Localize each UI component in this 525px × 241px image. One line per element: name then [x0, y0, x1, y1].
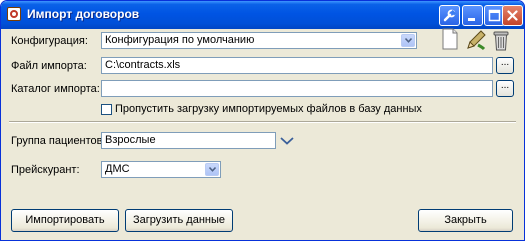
skip-upload-label[interactable]: Пропустить загрузку импортируемых файлов…	[115, 103, 422, 115]
patient-group-label: Группа пациентов:	[11, 135, 106, 147]
skip-upload-checkbox[interactable]	[101, 104, 112, 115]
price-list-value: ДМС	[105, 163, 130, 175]
chevron-down-icon	[209, 167, 216, 172]
minimize-icon	[468, 18, 475, 21]
app-icon	[7, 7, 21, 21]
config-select[interactable]: Конфигурация по умолчанию	[101, 32, 417, 49]
import-file-label: Файл импорта:	[11, 60, 87, 72]
import-dir-browse-label: ...	[500, 80, 510, 91]
import-file-browse-button[interactable]: ...	[496, 57, 514, 74]
config-dropdown-arrow[interactable]	[401, 34, 415, 47]
close-button-label: Закрыть	[444, 214, 487, 226]
patient-group-value: Взрослые	[105, 134, 156, 146]
window-title: Импорт договоров	[27, 7, 140, 21]
import-dir-browse-button[interactable]: ...	[496, 80, 514, 97]
load-data-button[interactable]: Загрузить данные	[125, 209, 233, 232]
form-area: Конфигурация: Конфигурация по умолчанию …	[5, 28, 520, 236]
config-label: Конфигурация:	[11, 35, 88, 47]
import-file-input[interactable]: C:\contracts.xls	[101, 57, 493, 74]
import-button-label: Импортировать	[25, 214, 105, 226]
close-button[interactable]: Закрыть	[418, 209, 513, 232]
import-file-value: C:\contracts.xls	[105, 59, 181, 71]
maximize-icon	[488, 9, 501, 22]
import-contracts-window: Импорт договоров Конфигурация: Конфигура…	[0, 0, 525, 241]
separator	[9, 121, 516, 123]
close-icon	[507, 10, 518, 21]
price-list-dropdown-arrow[interactable]	[205, 163, 219, 176]
tools-button[interactable]	[439, 5, 460, 26]
patient-group-input[interactable]: Взрослые	[101, 132, 276, 149]
import-file-browse-label: ...	[500, 57, 510, 68]
import-dir-label: Каталог импорта:	[11, 83, 100, 95]
load-data-button-label: Загрузить данные	[133, 214, 225, 226]
import-dir-input[interactable]	[101, 80, 493, 97]
import-button[interactable]: Импортировать	[11, 209, 119, 232]
tools-icon	[443, 9, 456, 22]
delete-trash-icon[interactable]	[492, 29, 510, 51]
close-window-button[interactable]	[502, 5, 523, 26]
chevron-down-icon[interactable]	[280, 136, 294, 146]
config-select-value: Конфигурация по умолчанию	[105, 34, 255, 46]
price-list-label: Прейскурант:	[11, 164, 80, 176]
chevron-down-icon	[405, 38, 412, 43]
new-document-icon[interactable]	[441, 28, 459, 50]
title-bar[interactable]: Импорт договоров	[1, 1, 524, 29]
edit-pencil-icon[interactable]	[465, 29, 487, 51]
price-list-select[interactable]: ДМС	[101, 161, 221, 178]
minimize-button[interactable]	[462, 5, 483, 26]
